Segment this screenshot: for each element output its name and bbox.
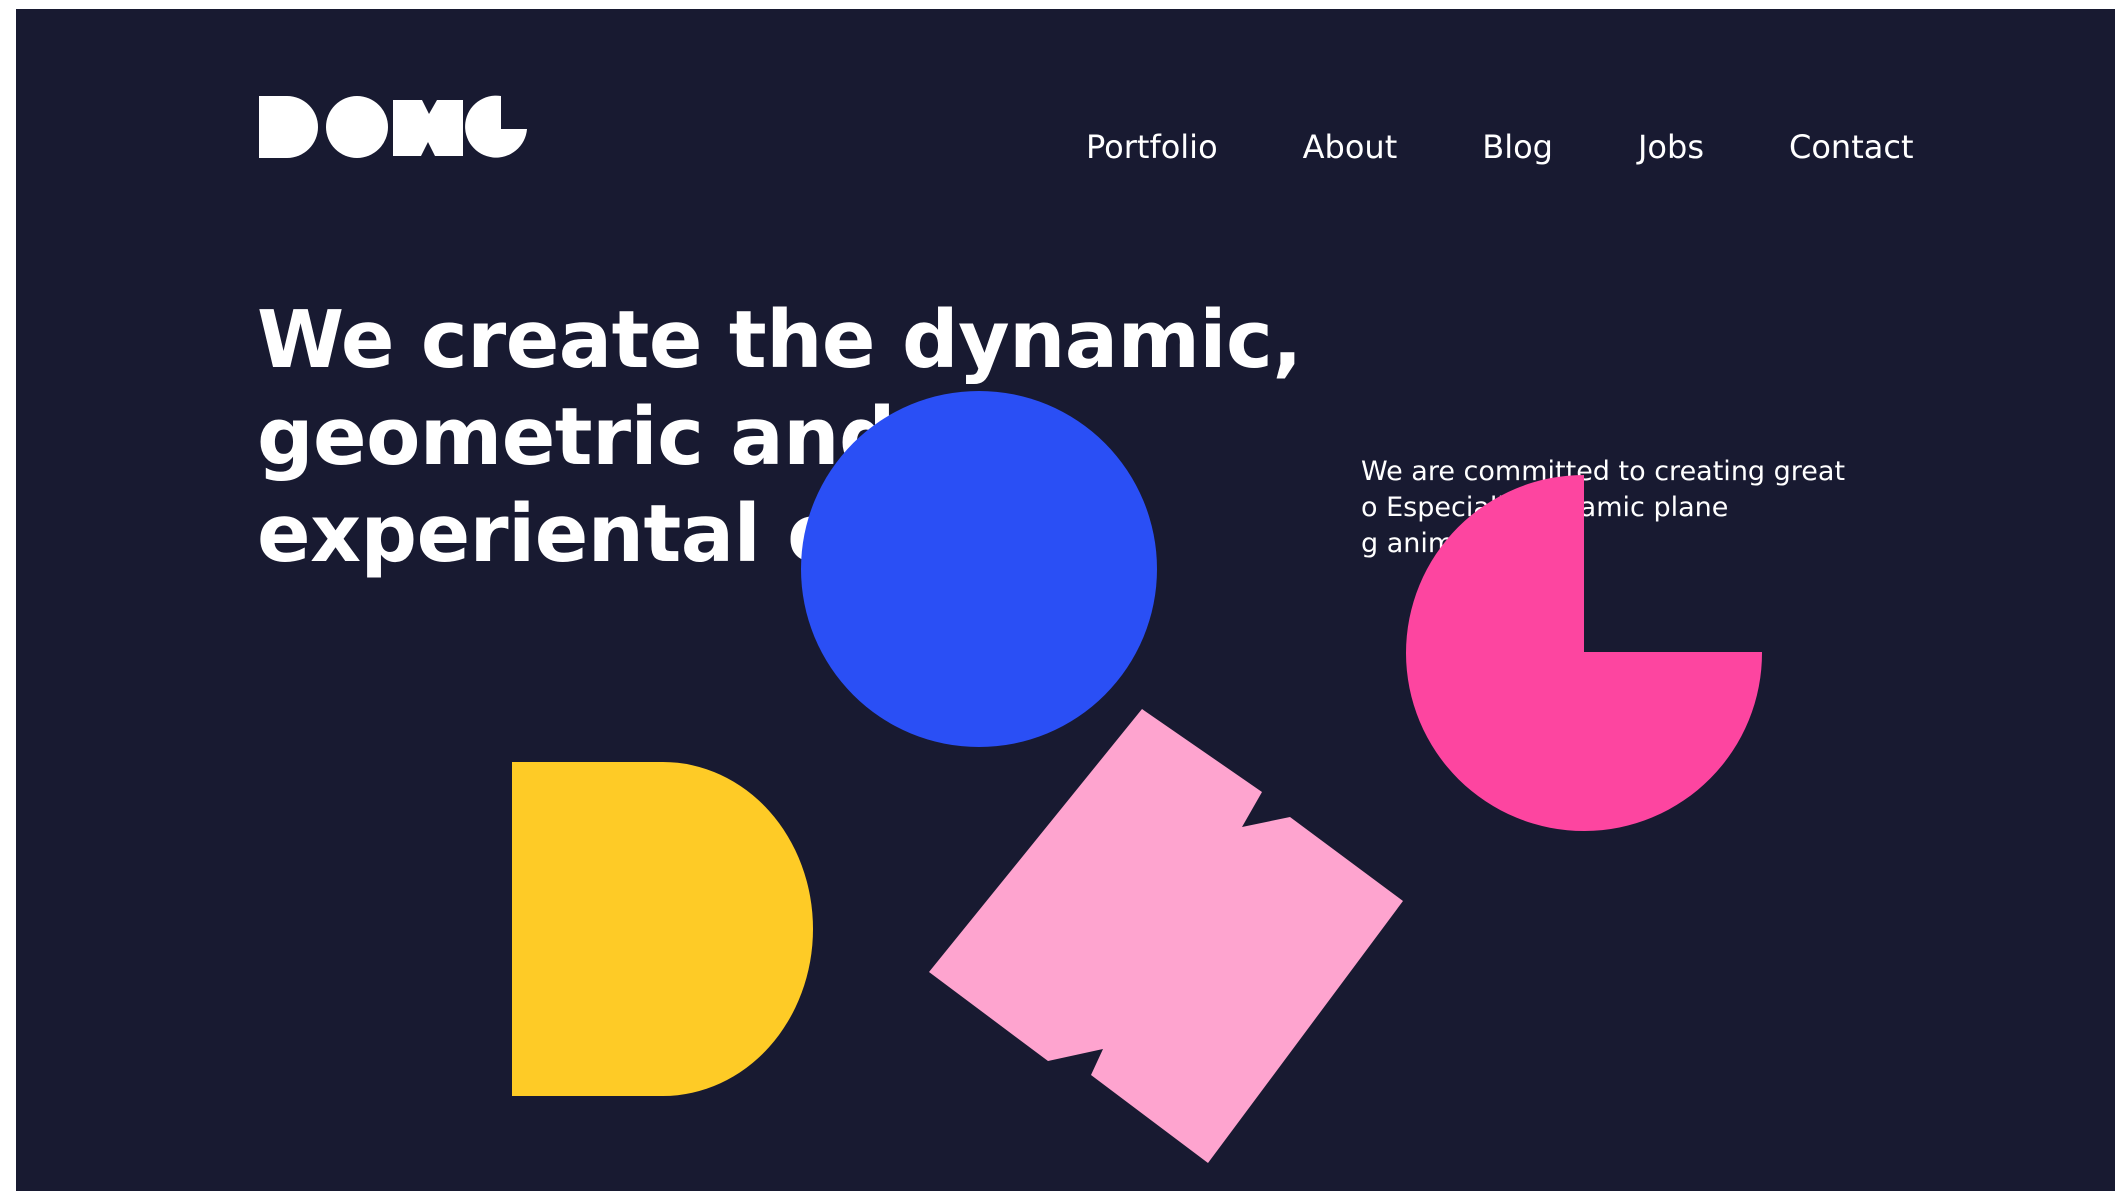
logo-glyphs-icon (259, 95, 527, 158)
nav-link-jobs[interactable]: Jobs (1638, 128, 1704, 166)
nav-link-portfolio[interactable]: Portfolio (1086, 128, 1218, 166)
nav-link-blog[interactable]: Blog (1482, 128, 1553, 166)
nav-link-contact[interactable]: Contact (1789, 128, 1914, 166)
hero-intro: We are committed to creating great o Esp… (1361, 454, 1941, 562)
hero-intro-line: We are committed to creating great (1361, 456, 1846, 487)
brand-logo[interactable] (257, 94, 527, 170)
main-nav: Portfolio About Blog Jobs Contact (1086, 117, 1913, 177)
letter-d-shape (512, 762, 813, 1096)
hero-headline-line: geometric and (257, 391, 896, 483)
nav-link-about[interactable]: About (1303, 128, 1398, 166)
hero-intro-line: o Especially dynamic plane (1361, 492, 1729, 523)
landing-page: Portfolio About Blog Jobs Contact We cre… (16, 9, 2115, 1191)
hero-intro-line: g animation. (1361, 528, 1532, 559)
hero-headline-line: We create the dynamic, (257, 294, 1302, 386)
hero-headline: We create the dynamic, geometric and exp… (257, 292, 1302, 583)
letter-n-shape (929, 709, 1403, 1163)
hero-headline-line: experiental es (257, 488, 887, 580)
geometric-shapes (512, 391, 1763, 1163)
